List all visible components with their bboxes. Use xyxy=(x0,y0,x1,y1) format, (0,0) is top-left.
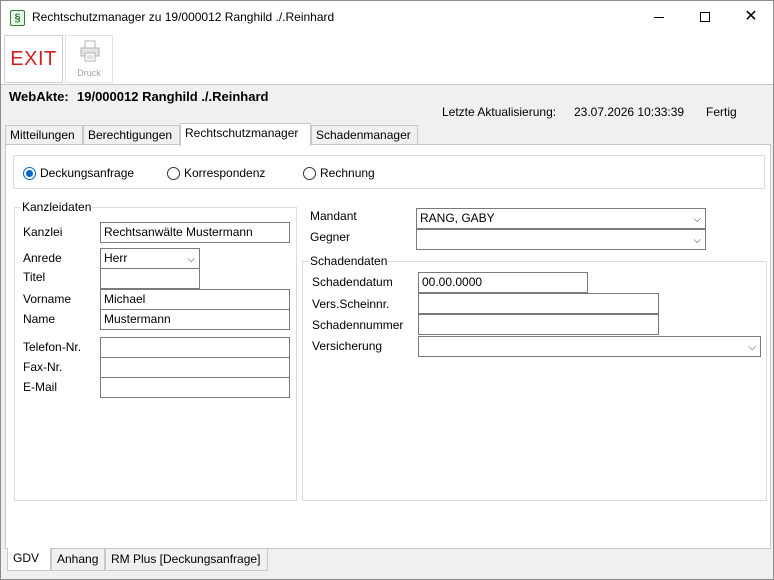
mandant-value: RANG, GABY xyxy=(420,211,495,225)
titel-input[interactable] xyxy=(100,268,200,289)
schadennummer-label: Schadennummer xyxy=(312,318,404,332)
radio-unselected-icon xyxy=(167,166,180,180)
schadendaten-group: Schadendaten Schadendatum 00.00.0000 Ver… xyxy=(302,254,767,501)
email-label: E-Mail xyxy=(23,380,58,394)
kanzlei-label: Kanzlei xyxy=(23,225,63,239)
chevron-down-icon: ⌵ xyxy=(693,214,701,225)
kanzleidaten-title: Kanzleidaten xyxy=(21,200,93,214)
vorname-input[interactable]: Michael xyxy=(100,289,290,310)
name-label: Name xyxy=(23,312,56,326)
radio-selected-icon xyxy=(23,166,36,180)
radio-rechnung-label: Rechnung xyxy=(320,166,375,180)
anrede-value: Herr xyxy=(104,251,128,265)
last-update-label: Letzte Aktualisierung: xyxy=(442,105,557,119)
anrede-label: Anrede xyxy=(23,251,62,265)
radio-korrespondenz-label: Korrespondenz xyxy=(184,166,266,180)
schadendatum-label: Schadendatum xyxy=(312,275,393,289)
radio-deckungsanfrage[interactable]: Deckungsanfrage xyxy=(23,166,134,180)
fax-input[interactable] xyxy=(100,357,290,378)
radio-rechnung[interactable]: Rechnung xyxy=(303,166,375,180)
radio-deckungsanfrage-label: Deckungsanfrage xyxy=(40,166,135,180)
versicherung-select[interactable]: ⌵ xyxy=(418,336,761,357)
schadendatum-input[interactable]: 00.00.0000 xyxy=(418,272,588,293)
kanzleidaten-group: Kanzleidaten Kanzlei Rechtsanwälte Muste… xyxy=(14,200,297,501)
status-text: Fertig xyxy=(706,105,737,119)
versicherung-label: Versicherung xyxy=(312,339,383,353)
printer-icon xyxy=(80,40,100,62)
tab-content: Deckungsanfrage Korrespondenz Rechnung K… xyxy=(5,144,771,549)
maximize-button[interactable] xyxy=(682,1,728,33)
app-window: § Rechtschutzmanager zu 19/000012 Ranghi… xyxy=(0,0,774,580)
tab-rechtschutzmanager[interactable]: Rechtschutzmanager xyxy=(180,123,311,146)
tab-schadenmanager[interactable]: Schadenmanager xyxy=(311,125,418,145)
tab-mitteilungen[interactable]: Mitteilungen xyxy=(5,125,83,145)
telefon-label: Telefon-Nr. xyxy=(23,340,82,354)
email-input[interactable] xyxy=(100,377,290,398)
anrede-select[interactable]: Herr ⌵ xyxy=(100,248,200,269)
vorname-label: Vorname xyxy=(23,292,72,306)
request-type-panel: Deckungsanfrage Korrespondenz Rechnung xyxy=(13,155,765,189)
chevron-down-icon: ⌵ xyxy=(187,254,195,265)
kanzlei-input[interactable]: Rechtsanwälte Mustermann xyxy=(100,222,290,243)
minimize-icon xyxy=(654,16,664,18)
chevron-down-icon: ⌵ xyxy=(693,235,701,246)
name-input[interactable]: Mustermann xyxy=(100,309,290,330)
last-update-value: 23.07.2026 10:33:39 xyxy=(574,105,685,119)
radio-unselected-icon xyxy=(303,166,316,180)
toolbar: EXIT Druck xyxy=(1,33,773,85)
print-button[interactable]: Druck xyxy=(65,35,113,83)
schadendaten-title: Schadendaten xyxy=(309,254,389,268)
tab-anhang[interactable]: Anhang xyxy=(51,549,105,571)
title-bar: § Rechtschutzmanager zu 19/000012 Ranghi… xyxy=(1,1,773,33)
titel-label: Titel xyxy=(23,270,46,284)
minimize-button[interactable] xyxy=(636,1,682,33)
webakte-label: WebAkte: xyxy=(9,89,69,104)
fax-label: Fax-Nr. xyxy=(23,360,63,374)
maximize-icon xyxy=(700,12,710,22)
mandant-label: Mandant xyxy=(310,209,357,223)
close-icon: ✕ xyxy=(744,8,758,25)
vers-scheinnr-label: Vers.Scheinnr. xyxy=(312,297,390,311)
gegner-select[interactable]: ⌵ xyxy=(416,229,706,250)
tab-rm-plus[interactable]: RM Plus [Deckungsanfrage] xyxy=(105,549,268,571)
chevron-down-icon: ⌵ xyxy=(748,342,756,353)
gegner-label: Gegner xyxy=(310,230,351,244)
radio-korrespondenz[interactable]: Korrespondenz xyxy=(167,166,265,180)
webakte-value: 19/000012 Ranghild ./.Reinhard xyxy=(77,89,269,104)
mandant-select[interactable]: RANG, GABY ⌵ xyxy=(416,208,706,229)
paragraph-icon: § xyxy=(10,10,25,26)
exit-button[interactable]: EXIT xyxy=(4,35,63,83)
telefon-input[interactable] xyxy=(100,337,290,358)
print-label: Druck xyxy=(77,68,101,78)
close-button[interactable]: ✕ xyxy=(728,1,774,33)
window-title: Rechtschutzmanager zu 19/000012 Ranghild… xyxy=(32,10,335,24)
tab-gdv[interactable]: GDV xyxy=(7,548,51,571)
vers-scheinnr-input[interactable] xyxy=(418,293,659,314)
tab-berechtigungen[interactable]: Berechtigungen xyxy=(83,125,180,145)
schadennummer-input[interactable] xyxy=(418,314,659,335)
